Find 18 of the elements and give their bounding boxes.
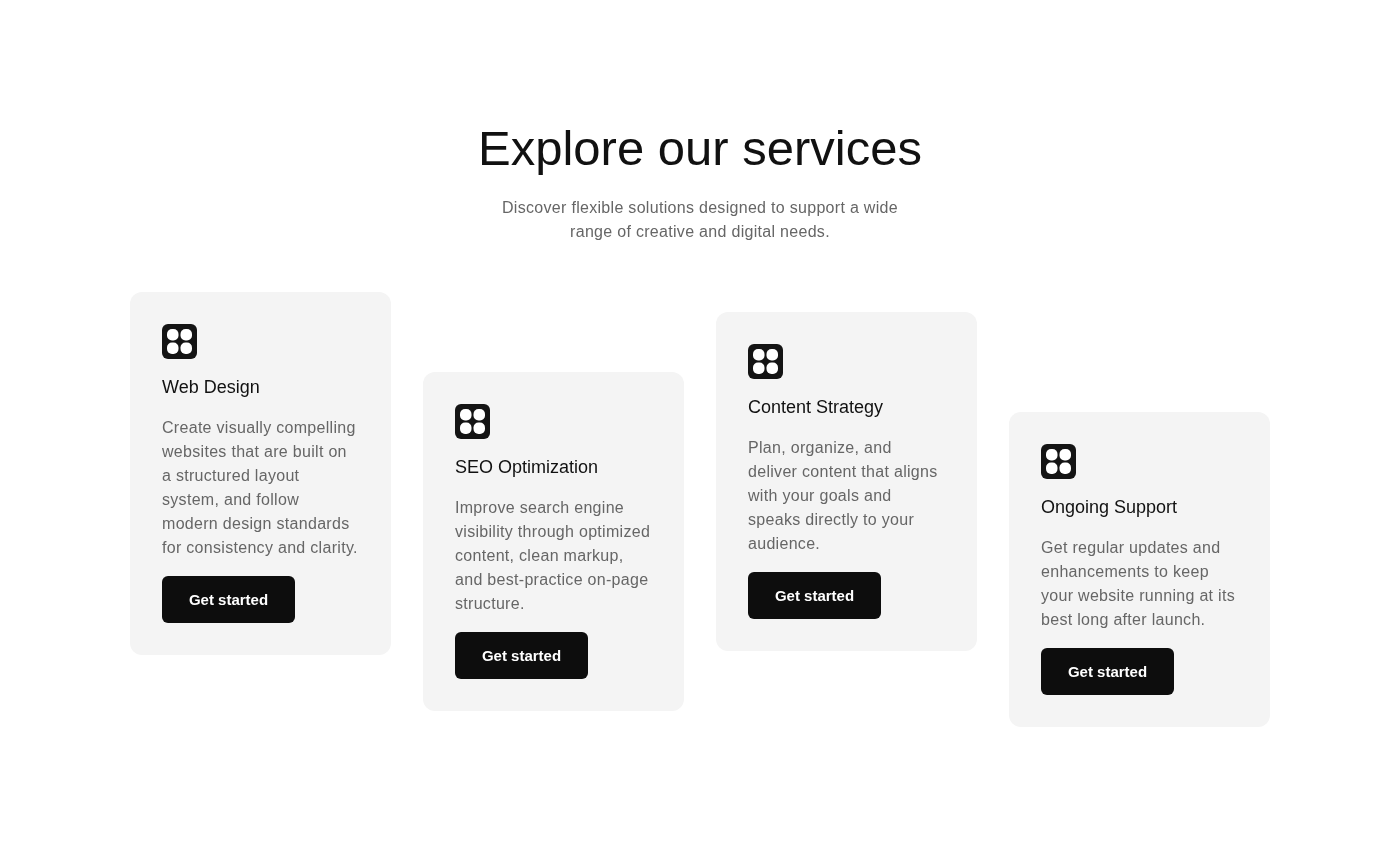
card-title: Content Strategy xyxy=(748,396,884,418)
grid-icon xyxy=(748,344,783,379)
section-subtitle: Discover flexible solutions designed to support a wide range of creative and digital needs. xyxy=(501,198,899,242)
card-title: Ongoing Support xyxy=(1041,496,1178,518)
grid-icon xyxy=(162,324,197,359)
get-started-button[interactable]: Get started xyxy=(1041,648,1174,695)
card-description: Get regular updates and enhancements to keep your website running at its best long after launch. xyxy=(1041,538,1236,630)
grid-icon xyxy=(1041,444,1076,479)
card-title: Web Design xyxy=(162,376,260,398)
card-title: SEO Optimization xyxy=(455,456,599,478)
card-description: Create visually compelling websites that are built on a structured layout system, and follow modern design standards for consistency and clarity. xyxy=(162,418,359,558)
section-title: Explore our services xyxy=(478,120,922,177)
card-description: Improve search engine visibility through optimized content, clean markup, and best-practice on-page structure. xyxy=(455,498,652,614)
get-started-button[interactable]: Get started xyxy=(455,632,588,679)
get-started-button[interactable]: Get started xyxy=(162,576,295,623)
grid-icon xyxy=(455,404,490,439)
card-description: Plan, organize, and deliver content that aligns with your goals and speaks directly to your audience. xyxy=(748,438,939,554)
get-started-button[interactable]: Get started xyxy=(748,572,881,619)
